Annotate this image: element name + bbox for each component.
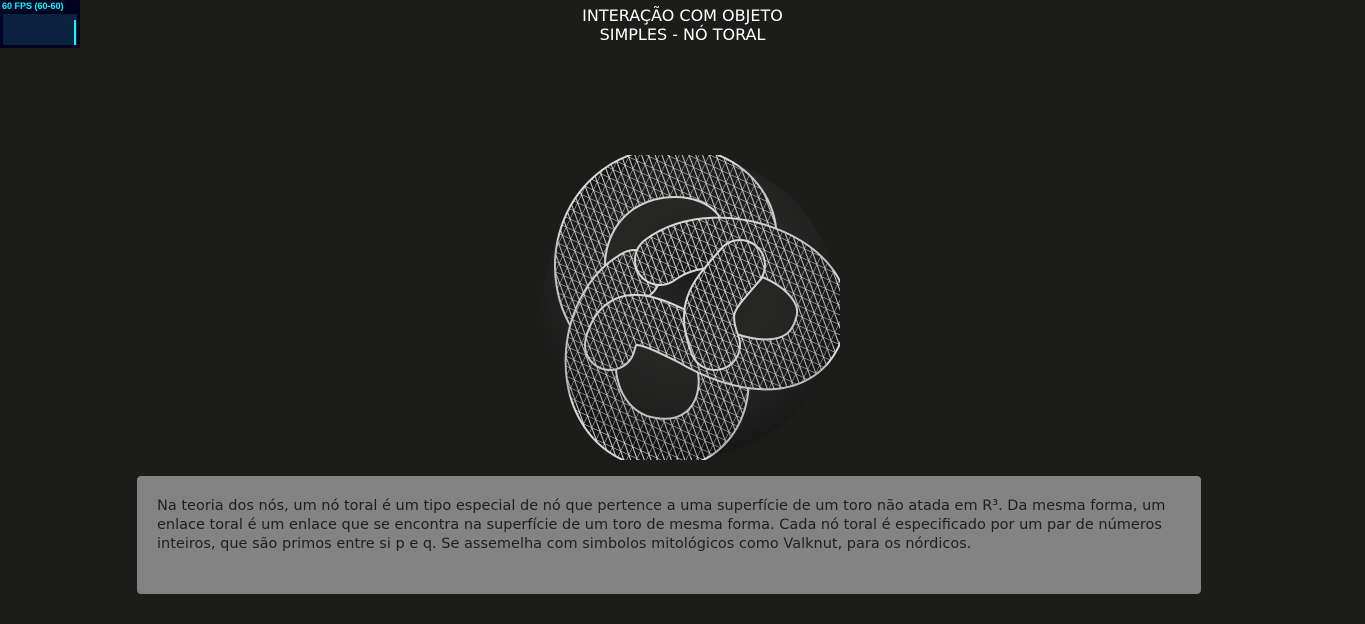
page-title: INTERAÇÃO COM OBJETO SIMPLES - NÓ TORAL [0,6,1365,44]
page-title-line-2: SIMPLES - NÓ TORAL [599,25,766,44]
description-text: Na teoria dos nós, um nó toral é um tipo… [157,498,1166,552]
torus-knot-icon [542,155,840,460]
torus-knot-canvas[interactable] [540,155,840,460]
description-panel: Na teoria dos nós, um nó toral é um tipo… [137,476,1201,594]
page-title-line-1: INTERAÇÃO COM OBJETO [582,6,783,25]
